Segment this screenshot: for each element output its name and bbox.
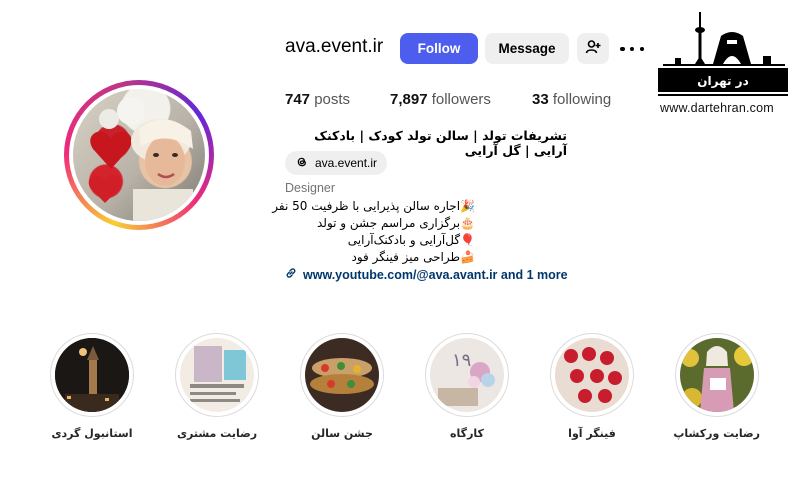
bio-line: 🎂برگزاری مراسم جشن و تولد	[317, 216, 475, 230]
posts-stat: 747 posts	[285, 91, 351, 108]
highlight-item[interactable]: فینگر آوا	[549, 333, 635, 440]
bio-link[interactable]: www.youtube.com/@ava.avant.ir and 1 more	[285, 267, 568, 282]
threads-handle: ava.event.ir	[315, 156, 378, 170]
highlight-item[interactable]: جشن سالن	[299, 333, 385, 440]
more-options-icon[interactable]	[620, 40, 644, 58]
highlight-cover	[180, 338, 254, 412]
highlight-cover	[305, 338, 379, 412]
highlight-cover	[55, 338, 129, 412]
suggest-users-button[interactable]	[577, 33, 609, 64]
highlight-item[interactable]: استانبول گردی	[49, 333, 135, 440]
bio-line: 🎉اجاره سالن پذیرایی با ظرفیت 50 نفر	[272, 199, 475, 213]
bio-line: 🍰طراحی میز فینگر فود	[351, 250, 476, 264]
follow-button[interactable]: Follow	[400, 33, 478, 64]
profile-category: Designer	[285, 181, 336, 195]
highlight-cover: ۱۹	[430, 338, 504, 412]
highlight-label: فینگر آوا	[568, 427, 616, 440]
bio-line: 🎈گل‌آرایی و بادکنک‌آرایی	[347, 233, 475, 247]
svg-text:۱۹: ۱۹	[452, 350, 471, 371]
highlight-item[interactable]: رضایت ورکشاپ	[673, 333, 760, 440]
following-stat[interactable]: 33 following	[532, 91, 611, 108]
threads-badge[interactable]: ava.event.ir	[285, 151, 388, 175]
logo-text: در تهران	[697, 74, 749, 88]
highlight-label: استانبول گردی	[51, 427, 133, 440]
watermark-site: www.dartehran.com	[660, 101, 774, 115]
threads-icon	[295, 155, 309, 172]
link-icon	[285, 267, 297, 282]
profile-avatar[interactable]	[73, 89, 205, 221]
profile-avatar-ring[interactable]	[64, 80, 214, 230]
followers-stat[interactable]: 7,897 followers	[390, 91, 491, 108]
highlight-label: کارگاه	[450, 427, 484, 440]
message-button[interactable]: Message	[485, 33, 569, 64]
highlight-item[interactable]: رضایت مشتری	[174, 333, 260, 440]
profile-username: ava.event.ir	[285, 36, 384, 57]
highlight-cover	[680, 338, 754, 412]
highlight-item[interactable]: ۱۹ کارگاه	[424, 333, 510, 440]
add-person-icon	[585, 39, 601, 58]
highlight-label: رضایت ورکشاپ	[673, 427, 760, 440]
bio-link-text: www.youtube.com/@ava.avant.ir and 1 more	[303, 267, 568, 282]
highlight-label: جشن سالن	[311, 427, 373, 440]
highlight-label: رضایت مشتری	[176, 427, 258, 440]
highlight-cover	[555, 338, 629, 412]
